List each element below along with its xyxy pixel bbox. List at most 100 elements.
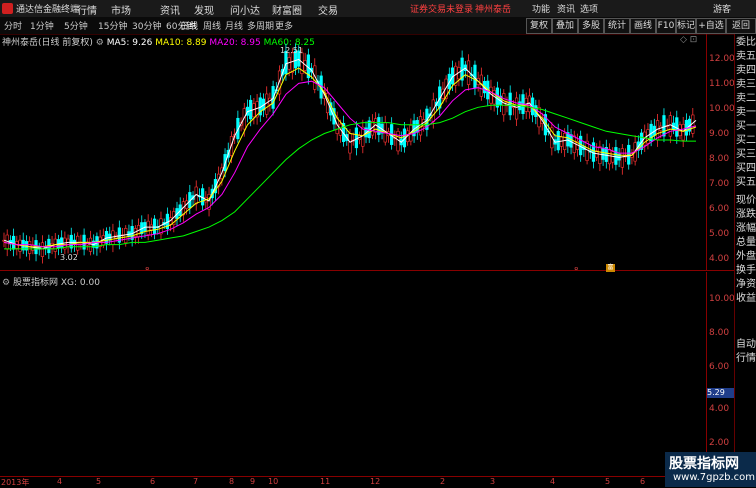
menu-item-ask[interactable]: 问小达: [230, 2, 260, 17]
candle-body: [598, 146, 602, 164]
period-intraday[interactable]: 分时: [4, 19, 22, 32]
period-30min[interactable]: 30分钟: [132, 19, 161, 32]
candle-body: [348, 133, 352, 154]
info-marker-icon[interactable]: 富: [606, 264, 615, 272]
x-tick: 9: [250, 477, 256, 486]
low-price-label: 3.02: [60, 253, 78, 262]
y-tick: 6.00: [709, 204, 730, 214]
candle-body: [627, 144, 631, 165]
statistics-button[interactable]: 统计: [604, 18, 630, 34]
quote-label: 净资: [736, 279, 756, 290]
multi-stock-button[interactable]: 多股: [578, 18, 604, 34]
x-tick: 4: [550, 477, 556, 486]
candle-body: [88, 237, 93, 252]
overlay-button[interactable]: 叠加: [552, 18, 578, 34]
indicator-header: ⚙ 股票指标网 XG: 0.00: [2, 275, 100, 288]
period-5min[interactable]: 5分钟: [64, 19, 88, 32]
menu-function[interactable]: 功能: [532, 2, 550, 15]
y-tick: 10.00: [709, 104, 735, 114]
menu-item-news[interactable]: 资讯: [160, 2, 180, 17]
high-price-label: 12.51: [280, 46, 303, 55]
period-toolbar: 分时 1分钟 5分钟 15分钟 30分钟 60分钟 日线 周线 月线 多周期 更…: [0, 17, 756, 35]
quote-label: 换手: [736, 265, 756, 276]
x-tick: 12: [370, 477, 381, 486]
quote-label: 卖一: [736, 107, 756, 118]
candle-body: [675, 117, 679, 137]
quote-label: 收益: [736, 293, 756, 304]
back-button[interactable]: 返回: [726, 18, 756, 34]
quote-label: 委比: [736, 37, 756, 48]
menu-item-trade[interactable]: 交易: [318, 2, 338, 17]
watermark-url: www.7gpzb.com: [673, 472, 755, 483]
period-multi[interactable]: 多周期: [247, 19, 274, 32]
quote-label: 卖五: [736, 51, 756, 62]
menu-item-quotes[interactable]: 行情: [77, 2, 97, 17]
candle-body: [290, 52, 294, 73]
period-daily[interactable]: 日线: [180, 19, 198, 32]
x-tick: 6: [640, 477, 646, 486]
mark-button[interactable]: 标记: [676, 18, 696, 34]
current-value-badge: 5.29: [707, 388, 734, 398]
f10-button[interactable]: F10: [656, 18, 676, 34]
period-weekly[interactable]: 周线: [203, 19, 221, 32]
candle-body: [514, 97, 519, 120]
add-watchlist-button[interactable]: +自选: [696, 18, 726, 34]
login-status[interactable]: 证券交易未登录: [410, 2, 473, 15]
menu-info[interactable]: 资讯: [557, 2, 575, 15]
quote-label: 涨跌: [736, 209, 756, 220]
candle-body: [502, 93, 506, 116]
candle-body: [591, 142, 596, 162]
candle-body: [354, 127, 359, 149]
app-title: 通达信金融终端: [16, 5, 80, 15]
menu-item-discover[interactable]: 发现: [194, 2, 214, 17]
x-tick: 2: [440, 477, 446, 486]
settings-icon[interactable]: ⚙: [2, 278, 10, 288]
quote-label: 买二: [736, 135, 756, 146]
menu-item-market[interactable]: 市场: [111, 2, 131, 17]
candle-body: [620, 148, 624, 168]
period-15min[interactable]: 15分钟: [98, 19, 127, 32]
candle-body: [152, 218, 157, 234]
auto-toggle[interactable]: 自动: [736, 338, 756, 352]
period-monthly[interactable]: 月线: [225, 19, 243, 32]
quote-label: 买四: [736, 163, 756, 174]
time-axis: 2013年 4 5 6 7 8 9 10 11 12 2 3 4 5 6: [0, 476, 706, 488]
y-tick: 11.00: [709, 79, 735, 89]
quotes-toggle[interactable]: 行情: [736, 352, 756, 366]
menu-options[interactable]: 选项: [580, 2, 598, 15]
x-tick: 2013年: [1, 478, 30, 487]
period-1min[interactable]: 1分钟: [30, 19, 54, 32]
y-tick: 5.00: [709, 229, 730, 239]
x-tick: 10: [268, 477, 279, 486]
indicator-y-axis: 10.00 8.00 6.00 4.00 2.00 5.29: [706, 272, 735, 476]
indicator-panel[interactable]: ⚙ 股票指标网 XG: 0.00: [0, 272, 706, 477]
main-chart-panel[interactable]: 神州泰岳(日线 前复权) ⚙ MA5: 9.26 MA10: 8.89 MA20…: [0, 34, 706, 270]
candle-body: [69, 234, 73, 249]
y-tick: 6.00: [709, 362, 730, 372]
candlesticks: [2, 43, 695, 264]
adjust-button[interactable]: 复权: [526, 18, 552, 34]
quote-label: 现价: [736, 195, 756, 206]
candle-body: [361, 126, 365, 147]
candle-body: [566, 132, 570, 147]
y-tick: 12.00: [709, 54, 735, 64]
draw-line-button[interactable]: 画线: [630, 18, 656, 34]
quote-label: 涨幅: [736, 223, 756, 234]
y-tick: 7.00: [709, 179, 730, 189]
y-tick: 4.00: [709, 404, 730, 414]
candle-body: [40, 242, 45, 257]
x-tick: 4: [57, 477, 63, 486]
period-more[interactable]: 更多: [275, 19, 293, 32]
candle-body: [556, 131, 560, 151]
x-tick: 3: [490, 477, 496, 486]
y-tick: 8.00: [709, 154, 730, 164]
x-tick: 11: [320, 477, 331, 486]
menu-guest[interactable]: 游客: [713, 2, 731, 15]
candle-body: [249, 99, 253, 120]
candle-body: [146, 220, 150, 235]
app-logo-icon: [2, 3, 13, 14]
menu-item-wealth-circle[interactable]: 财富圈: [272, 2, 302, 17]
quote-label: 买五: [736, 177, 756, 188]
quote-side-panel[interactable]: 委比 卖五 卖四 卖三 卖二 卖一 买一 买二 买三 买四 买五 现价 涨跌 涨…: [734, 34, 756, 487]
x-tick: 6: [150, 477, 156, 486]
